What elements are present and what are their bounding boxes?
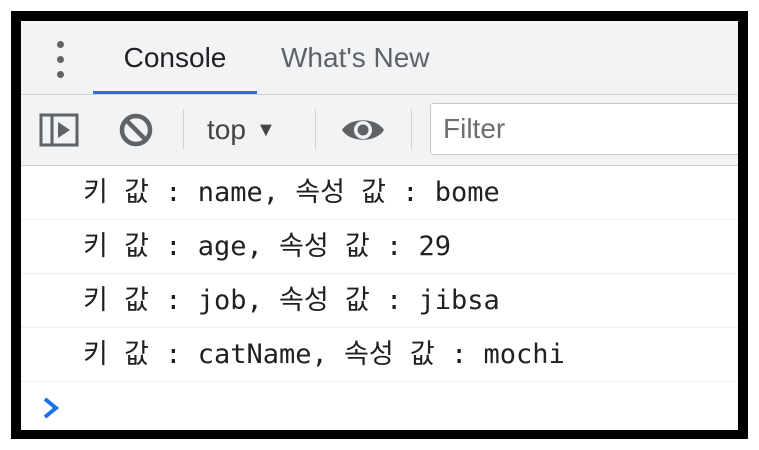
context-label: top [207,114,246,145]
devtools-window: Console What's New top ▼ Filter 키 값: na… [21,21,738,430]
tab-whats-new-label: What's New [281,42,430,73]
console-prompt[interactable] [21,382,738,430]
context-selector[interactable]: top ▼ [207,95,276,165]
filter-input[interactable] [431,104,738,154]
filter-box[interactable] [430,103,738,155]
screenshot-frame: Console What's New top ▼ Filter 키 값: na… [0,0,759,450]
tab-console[interactable]: Console [93,21,257,94]
console-toolbar: top ▼ [21,95,738,166]
dropdown-arrow-icon: ▼ [255,119,276,141]
toolbar-separator [315,109,316,149]
console-messages: 키 값 : name, 속성 값 : bome 키 값 : age, 속성 값 … [21,166,738,430]
tab-whats-new[interactable]: What's New [281,21,430,94]
clear-console-icon[interactable] [116,110,156,150]
show-sidebar-icon[interactable] [39,110,79,150]
live-expression-icon[interactable] [340,110,386,150]
tab-console-label: Console [123,42,227,73]
kebab-menu-icon[interactable] [55,41,67,79]
chevron-right-icon [43,397,60,419]
console-message: 키 값 : catName, 속성 값 : mochi [21,328,738,382]
console-message: 키 값 : name, 속성 값 : bome [21,166,738,220]
toolbar-separator [411,109,412,149]
toolbar-separator [183,109,184,149]
active-tab-indicator [93,91,257,94]
drawer-tab-bar: Console What's New [21,21,738,95]
console-message: 키 값 : age, 속성 값 : 29 [21,220,738,274]
console-message: 키 값 : job, 속성 값 : jibsa [21,274,738,328]
